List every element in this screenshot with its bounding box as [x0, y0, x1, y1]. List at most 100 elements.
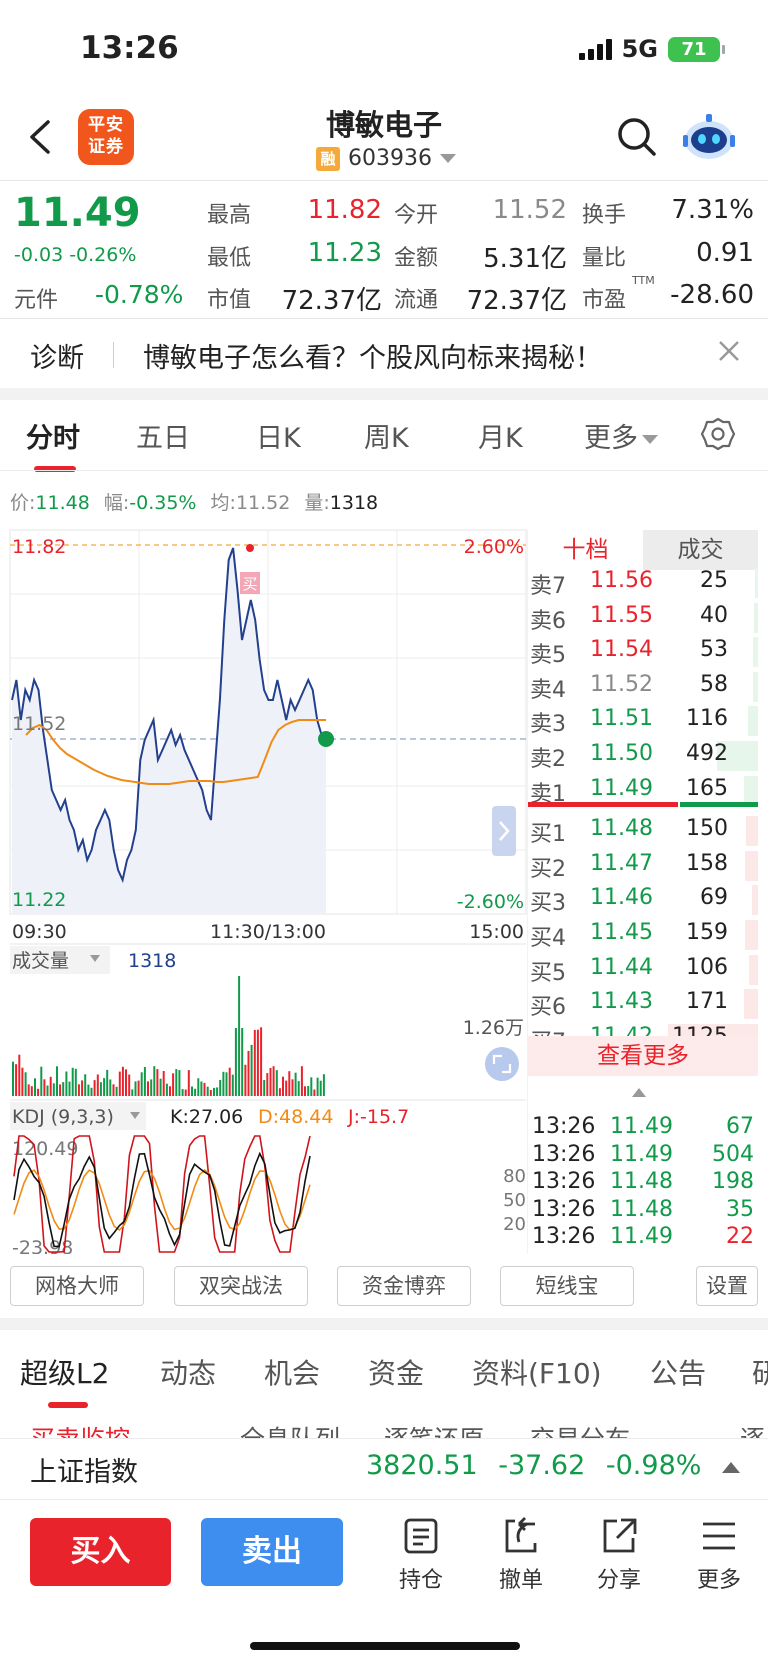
volume-bar: [178, 1070, 181, 1096]
x-label-close: 15:00: [469, 921, 524, 943]
tab-f10[interactable]: 资料(F10): [472, 1352, 602, 1392]
bid-level-row[interactable]: 买6 11.43 171: [528, 987, 758, 1021]
volume-bar: [125, 1069, 127, 1096]
close-button[interactable]: [714, 336, 744, 366]
volume-bar: [137, 1080, 140, 1096]
trade-volume: 22: [726, 1224, 754, 1249]
level-price: 11.52: [590, 671, 653, 697]
bid-level-row[interactable]: 买5 11.44 106: [528, 953, 758, 987]
diagnosis-label[interactable]: 诊断: [30, 336, 84, 375]
ask-level-row[interactable]: 卖5 11.54 53: [528, 635, 758, 669]
chart-settings-button[interactable]: [700, 416, 736, 452]
level-volume: 53: [700, 637, 728, 663]
tab-weekly-k[interactable]: 周K: [364, 416, 409, 455]
volume-bar: [71, 1067, 74, 1096]
volume-bar: [99, 1082, 102, 1096]
tab-opportunity[interactable]: 机会: [264, 1352, 320, 1392]
volume-bar: [169, 1086, 171, 1096]
level-price: 11.44: [590, 954, 653, 980]
tab-trades[interactable]: 成交: [643, 530, 758, 570]
level-volume: 492: [686, 741, 728, 766]
tab-dynamics[interactable]: 动态: [160, 1352, 216, 1392]
expand-panel-button[interactable]: [492, 806, 516, 856]
subtab-more[interactable]: 逐: [740, 1420, 765, 1438]
ask-level-row[interactable]: 卖2 11.50 492: [528, 739, 758, 773]
stock-code-selector[interactable]: 融 603936: [316, 146, 456, 171]
ask-level-row[interactable]: 卖4 11.52 58: [528, 670, 758, 704]
volume-bar: [81, 1080, 84, 1096]
bid-level-row[interactable]: 买1 11.48 150: [528, 814, 758, 848]
volume-bar: [59, 1084, 62, 1096]
share-button[interactable]: 分享: [584, 1516, 654, 1594]
buy-button[interactable]: 买入: [30, 1518, 171, 1586]
trade-price: 11.48: [610, 1196, 673, 1222]
trade-price: 11.49: [610, 1114, 673, 1139]
quote-field-label: 今开: [394, 203, 439, 228]
volume-bar: [150, 1079, 153, 1096]
diagnosis-text[interactable]: 博敏电子怎么看？个股风向标来揭秘！: [143, 336, 602, 375]
level-price: 11.48: [590, 816, 653, 842]
level-volume: 25: [700, 568, 728, 593]
bid-level-row[interactable]: 买3 11.46 69: [528, 883, 758, 917]
bid-level-row[interactable]: 买4 11.45 159: [528, 918, 758, 952]
volume-bar: [143, 1067, 146, 1096]
intraday-chart[interactable]: 买 11.82 11.52 11.22 2.60% -2.60% 09:30 1…: [0, 524, 528, 1254]
volume-bar: [300, 1066, 303, 1096]
chevron-up-icon[interactable]: [722, 1462, 740, 1473]
subtab-distribution[interactable]: 交易分布: [530, 1420, 630, 1438]
crosshair-info: 价:11.48 幅:-0.35% 均:11.52 量:1318: [10, 488, 378, 515]
level-price: 11.54: [590, 637, 653, 663]
index-change: -37.62: [498, 1450, 586, 1481]
volume-bar: [297, 1081, 300, 1096]
tab-daily-k[interactable]: 日K: [256, 416, 301, 455]
sector-change[interactable]: -0.78%: [95, 280, 183, 309]
tab-more[interactable]: 更多: [584, 416, 658, 455]
subtab-queue[interactable]: 全息队列: [240, 1420, 340, 1438]
home-indicator[interactable]: [250, 1642, 520, 1650]
ask-level-row[interactable]: 卖7 11.56 25: [528, 566, 758, 600]
tab-research[interactable]: 研: [752, 1352, 768, 1392]
cancel-order-button[interactable]: 撤单: [486, 1516, 556, 1594]
ai-assistant-button[interactable]: [680, 108, 738, 166]
quote-field-label: 市盈: [582, 288, 627, 313]
buy-marker-label: 买: [242, 575, 257, 593]
index-value: 3820.51: [366, 1450, 478, 1481]
sector-label[interactable]: 元件: [14, 282, 58, 314]
quote-field-label: 量比: [582, 246, 627, 271]
chevron-up-icon[interactable]: [632, 1088, 646, 1097]
tab-announcements[interactable]: 公告: [650, 1352, 706, 1392]
positions-label: 持仓: [398, 1568, 443, 1593]
trade-price: 11.49: [610, 1141, 673, 1167]
fullscreen-button[interactable]: [485, 1047, 519, 1081]
grid-master-button[interactable]: 网格大师: [10, 1266, 144, 1306]
trade-volume: 504: [712, 1141, 754, 1167]
tool-settings-button[interactable]: 设置: [696, 1266, 758, 1306]
subtab-tick-replay[interactable]: 逐笔还原: [384, 1420, 484, 1438]
short-line-button[interactable]: 短线宝: [500, 1266, 634, 1306]
see-more-button[interactable]: 查看更多: [528, 1036, 758, 1076]
fund-game-button[interactable]: 资金博弈: [337, 1266, 471, 1306]
volume-bar: [187, 1070, 190, 1096]
volume-bar: [147, 1081, 149, 1096]
trade-row: 13:26 11.49 22: [532, 1224, 754, 1252]
double-breakout-button[interactable]: 双突战法: [174, 1266, 308, 1306]
tab-monthly-k[interactable]: 月K: [478, 416, 523, 455]
bid-level-row[interactable]: 买2 11.47 158: [528, 849, 758, 883]
tab-super-l2[interactable]: 超级L2: [20, 1352, 109, 1392]
tab-intraday[interactable]: 分时: [26, 416, 80, 455]
tab-five-day[interactable]: 五日: [136, 416, 190, 455]
sell-button[interactable]: 卖出: [201, 1518, 343, 1586]
subtab-trade-monitor[interactable]: 买卖监控: [30, 1420, 130, 1438]
volume-bar: [250, 1044, 253, 1096]
more-button[interactable]: 更多: [684, 1516, 754, 1594]
depth-bar: [745, 920, 758, 950]
ask-level-row[interactable]: 卖6 11.55 40: [528, 601, 758, 635]
active-tab-indicator: [34, 466, 76, 472]
tab-funds[interactable]: 资金: [368, 1352, 424, 1392]
positions-button[interactable]: 持仓: [386, 1516, 456, 1594]
ask-level-row[interactable]: 卖3 11.51 116: [528, 704, 758, 738]
tab-order-book[interactable]: 十档: [528, 530, 643, 570]
search-button[interactable]: [612, 112, 662, 162]
trade-price: 11.48: [610, 1169, 673, 1194]
quote-field-label: 金额: [394, 246, 439, 271]
